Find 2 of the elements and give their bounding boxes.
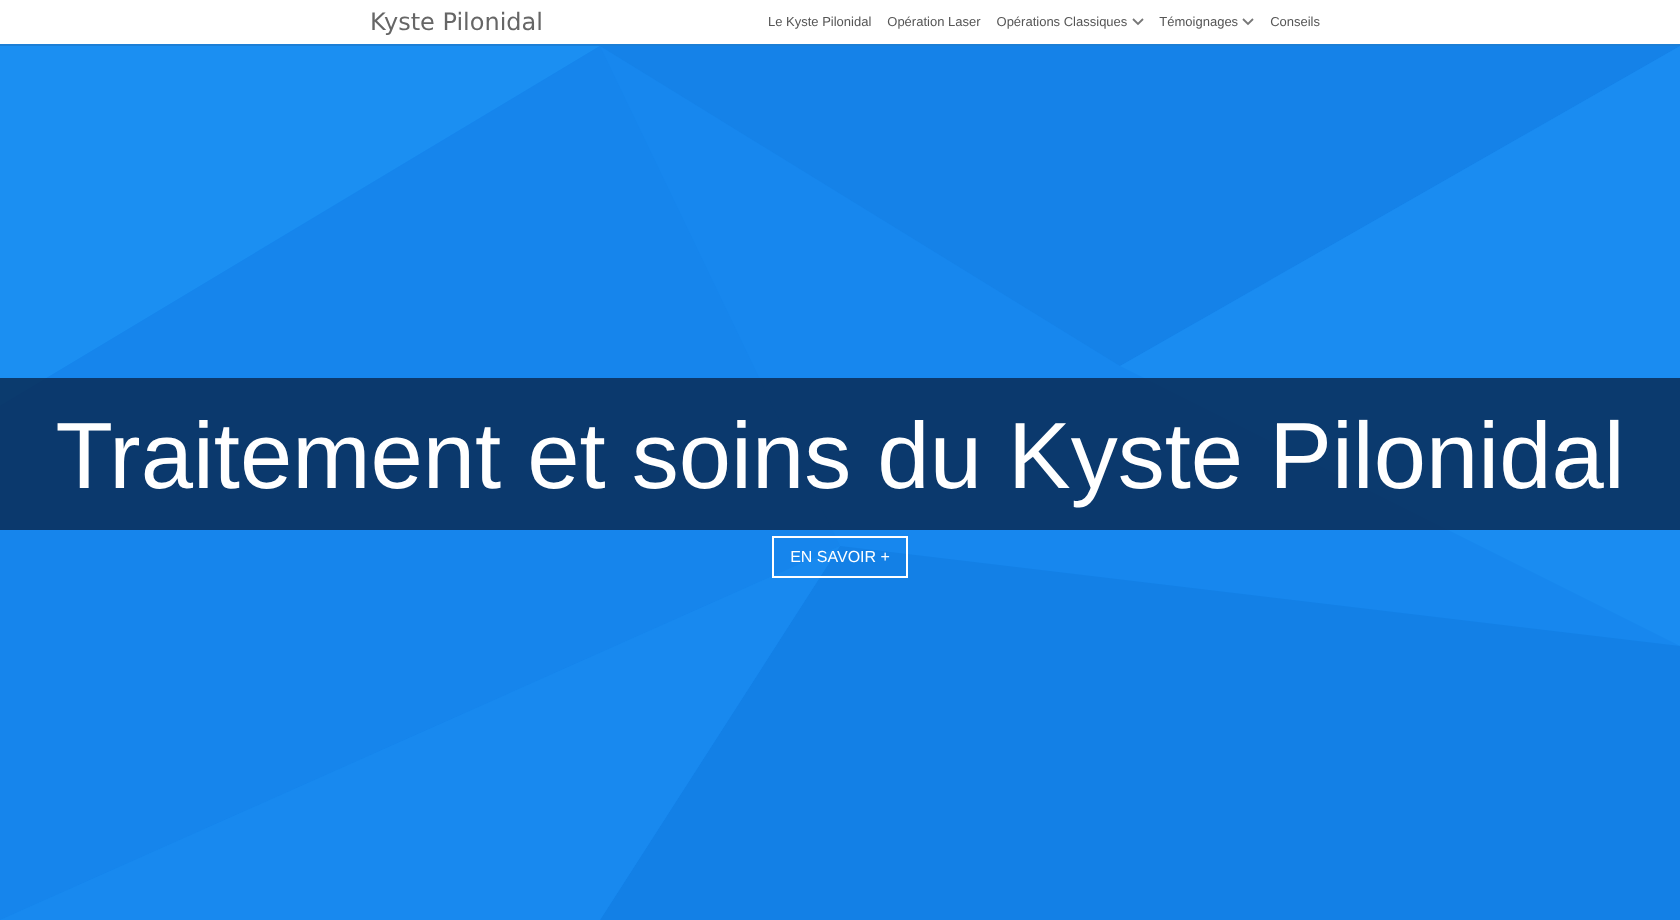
learn-more-button[interactable]: EN SAVOIR + <box>772 536 908 578</box>
site-logo-text[interactable]: Kyste Pilonidal <box>370 8 543 36</box>
